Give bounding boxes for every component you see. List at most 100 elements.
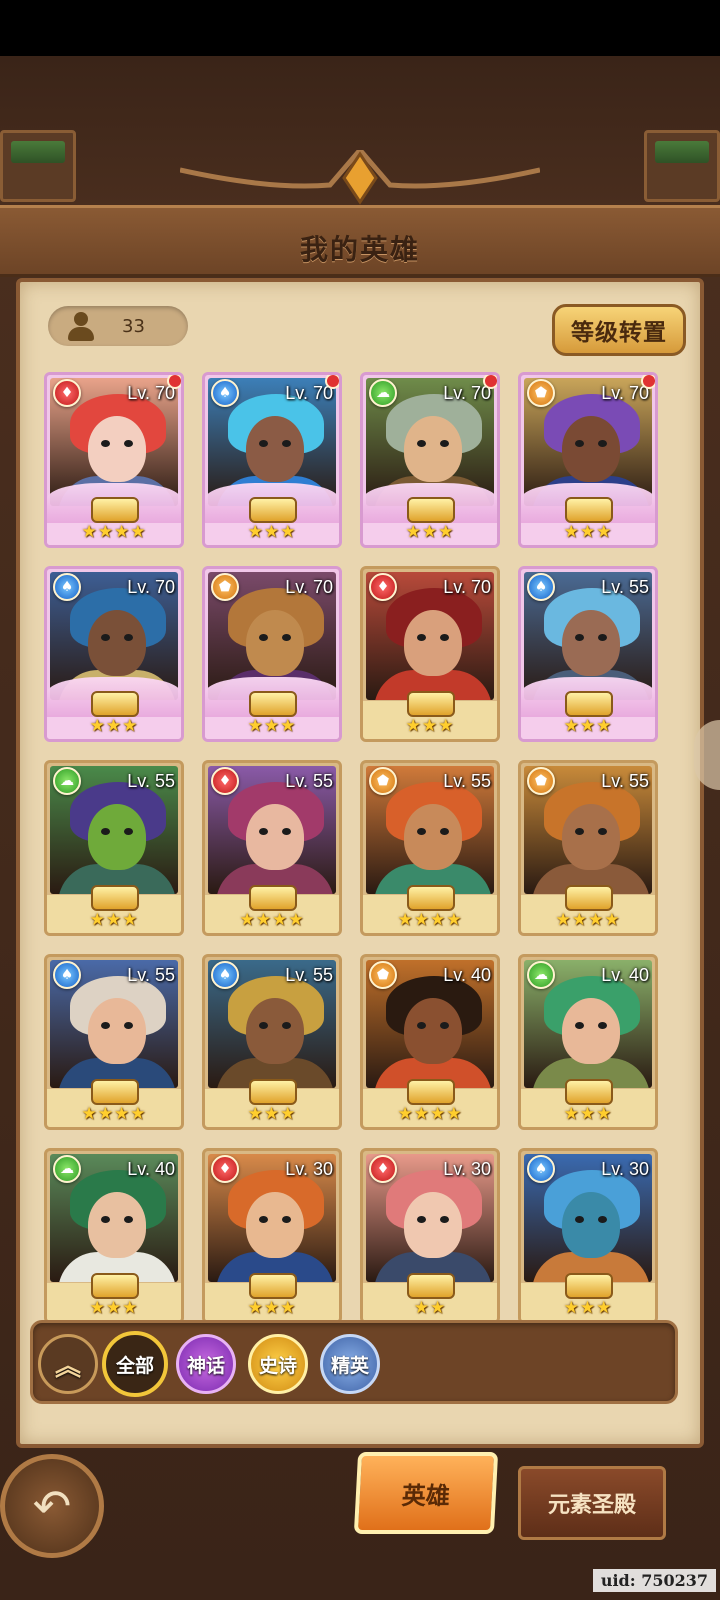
earth-element-icon: ⬟ — [211, 573, 239, 601]
hero-count-pill: 33 — [48, 306, 188, 346]
water-element-icon: ♠ — [211, 961, 239, 989]
hero-card[interactable]: ☁ Lv. 40 ★★★ — [518, 954, 658, 1130]
hero-card[interactable]: ☁ Lv. 40 ★★★ — [44, 1148, 184, 1324]
hero-stars: ★★★★ — [239, 910, 305, 930]
hero-level: Lv. 40 — [601, 965, 649, 985]
hero-level: Lv. 70 — [285, 383, 333, 403]
hero-level: Lv. 30 — [443, 1159, 491, 1179]
wind-element-icon: ☁ — [369, 379, 397, 407]
rank-crest-icon — [565, 497, 613, 523]
person-icon — [66, 310, 96, 342]
collapse-filter-button[interactable]: ︽ — [38, 1334, 98, 1394]
back-arrow-icon: ↶ — [32, 1479, 72, 1533]
hero-level: Lv. 70 — [443, 577, 491, 597]
hero-card[interactable]: ⬟ Lv. 70 ★★★ — [202, 566, 342, 742]
hero-card[interactable]: ♠ Lv. 55 ★★★ — [202, 954, 342, 1130]
rank-crest-icon — [91, 1273, 139, 1299]
hero-card[interactable]: ♦ Lv. 55 ★★★★ — [202, 760, 342, 936]
hero-stars: ★★★ — [405, 716, 455, 736]
hero-level: Lv. 30 — [601, 1159, 649, 1179]
tab-heroes[interactable]: 英雄 — [353, 1452, 499, 1534]
hero-card[interactable]: ⬟ Lv. 55 ★★★★ — [360, 760, 500, 936]
right-pillar-decoration — [644, 130, 720, 202]
hero-stars: ★★★ — [563, 1298, 613, 1318]
rank-crest-icon — [249, 1079, 297, 1105]
hero-card[interactable]: ♠ Lv. 30 ★★★ — [518, 1148, 658, 1324]
hero-card[interactable]: ♠ Lv. 55 ★★★★ — [44, 954, 184, 1130]
rank-crest-icon — [91, 1079, 139, 1105]
hero-level: Lv. 55 — [601, 771, 649, 791]
hero-card[interactable]: ⬟ Lv. 55 ★★★★ — [518, 760, 658, 936]
hero-level: Lv. 55 — [285, 965, 333, 985]
earth-element-icon: ⬟ — [527, 767, 555, 795]
fire-element-icon: ♦ — [369, 573, 397, 601]
rank-crest-icon — [407, 1079, 455, 1105]
rank-crest-icon — [91, 497, 139, 523]
hero-level: Lv. 70 — [127, 383, 175, 403]
level-transfer-button[interactable]: 等级转置 — [552, 304, 686, 356]
fire-element-icon: ♦ — [369, 1155, 397, 1183]
hero-level: Lv. 55 — [601, 577, 649, 597]
hero-stars: ★★★★ — [397, 1104, 463, 1124]
hero-grid: ♦ Lv. 70 ★★★★ ♠ Lv. 70 ★★★ ☁ Lv. 70 ★★★ ⬟ Lv. 70 ★★… — [44, 372, 676, 1334]
title-ornament — [180, 150, 540, 205]
hero-card[interactable]: ♠ Lv. 70 ★★★ — [44, 566, 184, 742]
hero-card[interactable]: ♦ Lv. 70 ★★★★ — [44, 372, 184, 548]
rank-crest-icon — [565, 691, 613, 717]
fire-element-icon: ♦ — [211, 767, 239, 795]
hero-stars: ★★★ — [89, 1298, 139, 1318]
hero-stars: ★★★ — [563, 716, 613, 736]
hero-stars: ★★ — [413, 1298, 447, 1318]
water-element-icon: ♠ — [527, 1155, 555, 1183]
filter-elite-button[interactable]: 精英 — [320, 1334, 380, 1394]
rank-crest-icon — [565, 1079, 613, 1105]
hero-stars: ★★★ — [563, 522, 613, 542]
rank-crest-icon — [91, 691, 139, 717]
hero-card[interactable]: ♦ Lv. 70 ★★★ — [360, 566, 500, 742]
notification-dot-icon — [641, 375, 655, 389]
filter-myth-button[interactable]: 神话 — [176, 1334, 236, 1394]
hero-stars: ★★★★ — [81, 522, 147, 542]
back-button[interactable]: ↶ — [0, 1454, 104, 1558]
rank-crest-icon — [249, 885, 297, 911]
fire-element-icon: ♦ — [53, 379, 81, 407]
hero-card[interactable]: ♦ Lv. 30 ★★ — [360, 1148, 500, 1324]
hero-level: Lv. 70 — [443, 383, 491, 403]
hero-level: Lv. 55 — [443, 771, 491, 791]
filter-all-button[interactable]: 全部 — [102, 1331, 168, 1397]
tab-element-temple[interactable]: 元素圣殿 — [518, 1466, 666, 1540]
earth-element-icon: ⬟ — [527, 379, 555, 407]
hero-card[interactable]: ⬟ Lv. 70 ★★★ — [518, 372, 658, 548]
hero-level: Lv. 55 — [127, 965, 175, 985]
notification-dot-icon — [167, 375, 181, 389]
hero-count: 33 — [122, 315, 145, 337]
water-element-icon: ♠ — [211, 379, 239, 407]
hero-card[interactable]: ☁ Lv. 70 ★★★ — [360, 372, 500, 548]
hero-stars: ★★★ — [89, 910, 139, 930]
page-title: 我的英雄 — [299, 233, 420, 266]
hero-level: Lv. 55 — [127, 771, 175, 791]
earth-element-icon: ⬟ — [369, 961, 397, 989]
hero-card[interactable]: ♦ Lv. 30 ★★★ — [202, 1148, 342, 1324]
filter-epic-button[interactable]: 史诗 — [248, 1334, 308, 1394]
hero-card[interactable]: ⬟ Lv. 40 ★★★★ — [360, 954, 500, 1130]
notification-dot-icon — [483, 375, 497, 389]
left-pillar-decoration — [0, 130, 76, 202]
hero-level: Lv. 30 — [285, 1159, 333, 1179]
hero-card[interactable]: ☁ Lv. 55 ★★★ — [44, 760, 184, 936]
hero-stars: ★★★ — [247, 522, 297, 542]
hero-card[interactable]: ♠ Lv. 55 ★★★ — [518, 566, 658, 742]
wind-element-icon: ☁ — [527, 961, 555, 989]
water-element-icon: ♠ — [53, 573, 81, 601]
rank-crest-icon — [91, 885, 139, 911]
rank-crest-icon — [407, 691, 455, 717]
status-bar — [0, 0, 720, 56]
hero-stars: ★★★ — [247, 1298, 297, 1318]
earth-element-icon: ⬟ — [369, 767, 397, 795]
rank-crest-icon — [565, 885, 613, 911]
hero-stars: ★★★ — [405, 522, 455, 542]
hero-stars: ★★★★ — [397, 910, 463, 930]
hero-card[interactable]: ♠ Lv. 70 ★★★ — [202, 372, 342, 548]
rank-crest-icon — [249, 1273, 297, 1299]
hero-level: Lv. 55 — [285, 771, 333, 791]
